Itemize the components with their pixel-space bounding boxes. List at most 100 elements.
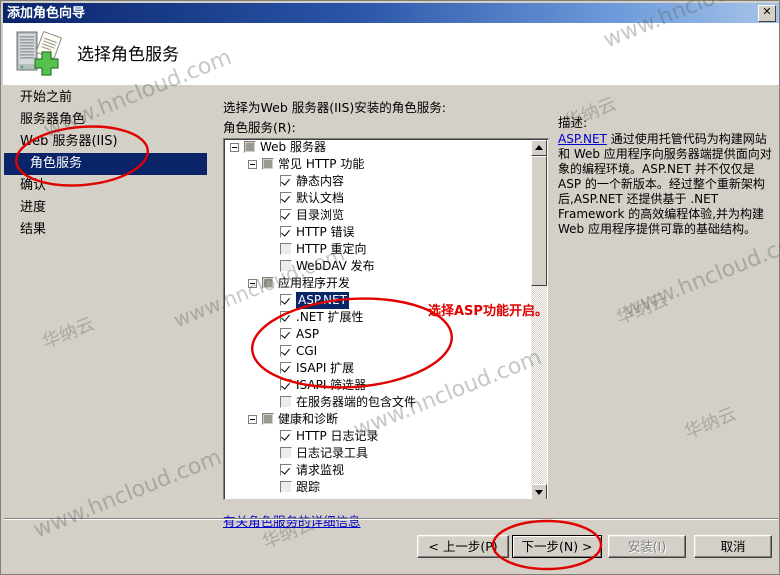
role-services-treeview[interactable]: Web 服务器常见 HTTP 功能静态内容 默认文档 目录浏览 HTTP 错误 HTTP… — [223, 138, 549, 500]
tree-vertical-scrollbar[interactable] — [531, 140, 547, 499]
wizard-footer: < 上一步(P) 下一步(N) > 安装(I) 取消 — [4, 521, 778, 571]
sidebar-item-2[interactable]: Web 服务器(IIS) — [4, 131, 207, 153]
sidebar-item-label: 结果 — [20, 222, 47, 237]
sidebar-item-4[interactable]: 确认 — [4, 175, 207, 197]
checkbox-unchecked[interactable] — [280, 447, 292, 459]
scrollbar-track[interactable] — [531, 156, 547, 484]
sidebar-item-5[interactable]: 进度 — [4, 197, 207, 219]
page-title: 选择角色服务 — [77, 45, 179, 65]
wizard-header: 选择角色服务 — [3, 23, 779, 85]
window-titlebar: 添加角色向导 ✕ — [3, 3, 779, 23]
tree-node-label: 日志记录工具 — [296, 446, 369, 460]
checkbox-checked[interactable] — [280, 175, 292, 187]
close-icon[interactable]: ✕ — [758, 5, 776, 22]
tree-node-label: ASP.NET — [296, 292, 349, 309]
prompt-text: 选择为Web 服务器(IIS)安装的角色服务: — [223, 100, 446, 115]
tree-node-label: 健康和诊断 — [278, 412, 339, 426]
back-button[interactable]: < 上一步(P) — [417, 535, 509, 558]
sidebar-item-label: Web 服务器(IIS) — [20, 134, 118, 149]
install-button: 安装(I) — [608, 535, 686, 558]
tree-node-label: 目录浏览 — [296, 208, 345, 222]
tree-node[interactable]: 常见 HTTP 功能 — [224, 156, 533, 173]
tree-node[interactable]: 静态内容 — [224, 173, 533, 190]
checkbox-checked[interactable] — [280, 379, 292, 391]
window-title: 添加角色向导 — [7, 5, 86, 20]
tree-node-label: ASP — [296, 327, 320, 341]
tree-node-label: 应用程序开发 — [278, 276, 351, 290]
tree-node[interactable]: 请求监视 — [224, 462, 533, 479]
checkbox-checked[interactable] — [280, 209, 292, 221]
scroll-down-icon[interactable] — [531, 484, 547, 499]
scrollbar-thumb[interactable] — [531, 156, 547, 286]
tree-node-label: 常见 HTTP 功能 — [278, 157, 365, 171]
checkbox-unchecked[interactable] — [280, 260, 292, 272]
checkbox-partial[interactable] — [262, 158, 274, 170]
checkbox-unchecked[interactable] — [280, 396, 292, 408]
sidebar-item-6[interactable]: 结果 — [4, 219, 207, 241]
wizard-steps-nav: 开始之前服务器角色 Web 服务器(IIS) 角色服务 确认进度结果 — [4, 87, 207, 519]
tree-node-label: .NET 扩展性 — [296, 310, 364, 324]
tree-node[interactable]: 默认文档 — [224, 190, 533, 207]
footer-divider — [4, 518, 778, 520]
tree-node-label: HTTP 错误 — [296, 225, 355, 239]
tree-node[interactable]: 目录浏览 — [224, 207, 533, 224]
screenshot-root: 添加角色向导 ✕ 选择角色服务 开始之前 服务器角色 Web 服务器(IIS) … — [0, 0, 780, 575]
expander-collapse-icon[interactable] — [248, 415, 257, 424]
checkbox-checked[interactable] — [280, 362, 292, 374]
tree-node[interactable]: ISAPI 筛选器 — [224, 377, 533, 394]
sidebar-item-0[interactable]: 开始之前 — [4, 87, 207, 109]
tree-node[interactable]: ASP — [224, 326, 533, 343]
tree-node[interactable]: CGI — [224, 343, 533, 360]
tree-scroll-viewport: Web 服务器常见 HTTP 功能静态内容 默认文档 目录浏览 HTTP 错误 HTTP… — [224, 139, 533, 499]
tree-node-label: CGI — [296, 344, 318, 358]
checkbox-checked[interactable] — [280, 464, 292, 476]
tree-node[interactable]: WebDAV 发布 — [224, 258, 533, 275]
tree-node[interactable]: HTTP 重定向 — [224, 241, 533, 258]
sidebar-item-3[interactable]: 角色服务 — [4, 153, 207, 175]
description-text: ASP.NET 通过使用托管代码为构建网站和 Web 应用程序向服务器端提供面向… — [558, 132, 772, 502]
tree-node[interactable]: 应用程序开发 — [224, 275, 533, 292]
tree-node-label: Web 服务器 — [260, 140, 326, 154]
tree-node-label: HTTP 重定向 — [296, 242, 367, 256]
tree-node[interactable]: Web 服务器 — [224, 139, 533, 156]
checkbox-unchecked[interactable] — [280, 243, 292, 255]
checkbox-checked[interactable] — [280, 345, 292, 357]
checkbox-partial[interactable] — [262, 277, 274, 289]
cancel-button[interactable]: 取消 — [694, 535, 772, 558]
next-button[interactable]: 下一步(N) > — [512, 535, 602, 558]
description-body: 通过使用托管代码为构建网站和 Web 应用程序向服务器端提供面向对象的编程环境。… — [558, 132, 772, 236]
sidebar-item-label: 服务器角色 — [20, 112, 86, 127]
aspnet-link[interactable]: ASP.NET — [558, 132, 607, 146]
checkbox-checked[interactable] — [280, 430, 292, 442]
sidebar-item-label: 进度 — [20, 200, 47, 215]
tree-node-label: 在服务器端的包含文件 — [296, 395, 417, 409]
tree-node-label: ISAPI 筛选器 — [296, 378, 367, 392]
scroll-up-icon[interactable] — [531, 140, 547, 156]
description-label: 描述: — [558, 115, 588, 130]
checkbox-checked[interactable] — [280, 311, 292, 323]
tree-node-label: WebDAV 发布 — [296, 259, 375, 273]
expander-collapse-icon[interactable] — [248, 279, 257, 288]
tree-node[interactable]: 跟踪 — [224, 479, 533, 496]
checkbox-checked[interactable] — [280, 226, 292, 238]
server-add-icon — [16, 31, 62, 76]
checkbox-checked[interactable] — [280, 294, 292, 306]
checkbox-checked[interactable] — [280, 192, 292, 204]
tree-node[interactable]: 日志记录工具 — [224, 445, 533, 462]
sidebar-item-1[interactable]: 服务器角色 — [4, 109, 207, 131]
tree-node-label: 请求监视 — [296, 463, 345, 477]
checkbox-partial[interactable] — [262, 413, 274, 425]
expander-collapse-icon[interactable] — [230, 143, 239, 152]
tree-node[interactable]: 健康和诊断 — [224, 411, 533, 428]
checkbox-partial[interactable] — [244, 141, 256, 153]
annotation-note: 选择ASP功能开启。 — [428, 304, 548, 319]
tree-node[interactable]: HTTP 日志记录 — [224, 428, 533, 445]
tree-node[interactable]: HTTP 错误 — [224, 224, 533, 241]
tree-node-label: HTTP 日志记录 — [296, 429, 379, 443]
tree-node[interactable]: ISAPI 扩展 — [224, 360, 533, 377]
expander-collapse-icon[interactable] — [248, 160, 257, 169]
checkbox-checked[interactable] — [280, 328, 292, 340]
tree-node[interactable]: 在服务器端的包含文件 — [224, 394, 533, 411]
checkbox-unchecked[interactable] — [280, 481, 292, 493]
tree-label: 角色服务(R): — [223, 120, 296, 135]
